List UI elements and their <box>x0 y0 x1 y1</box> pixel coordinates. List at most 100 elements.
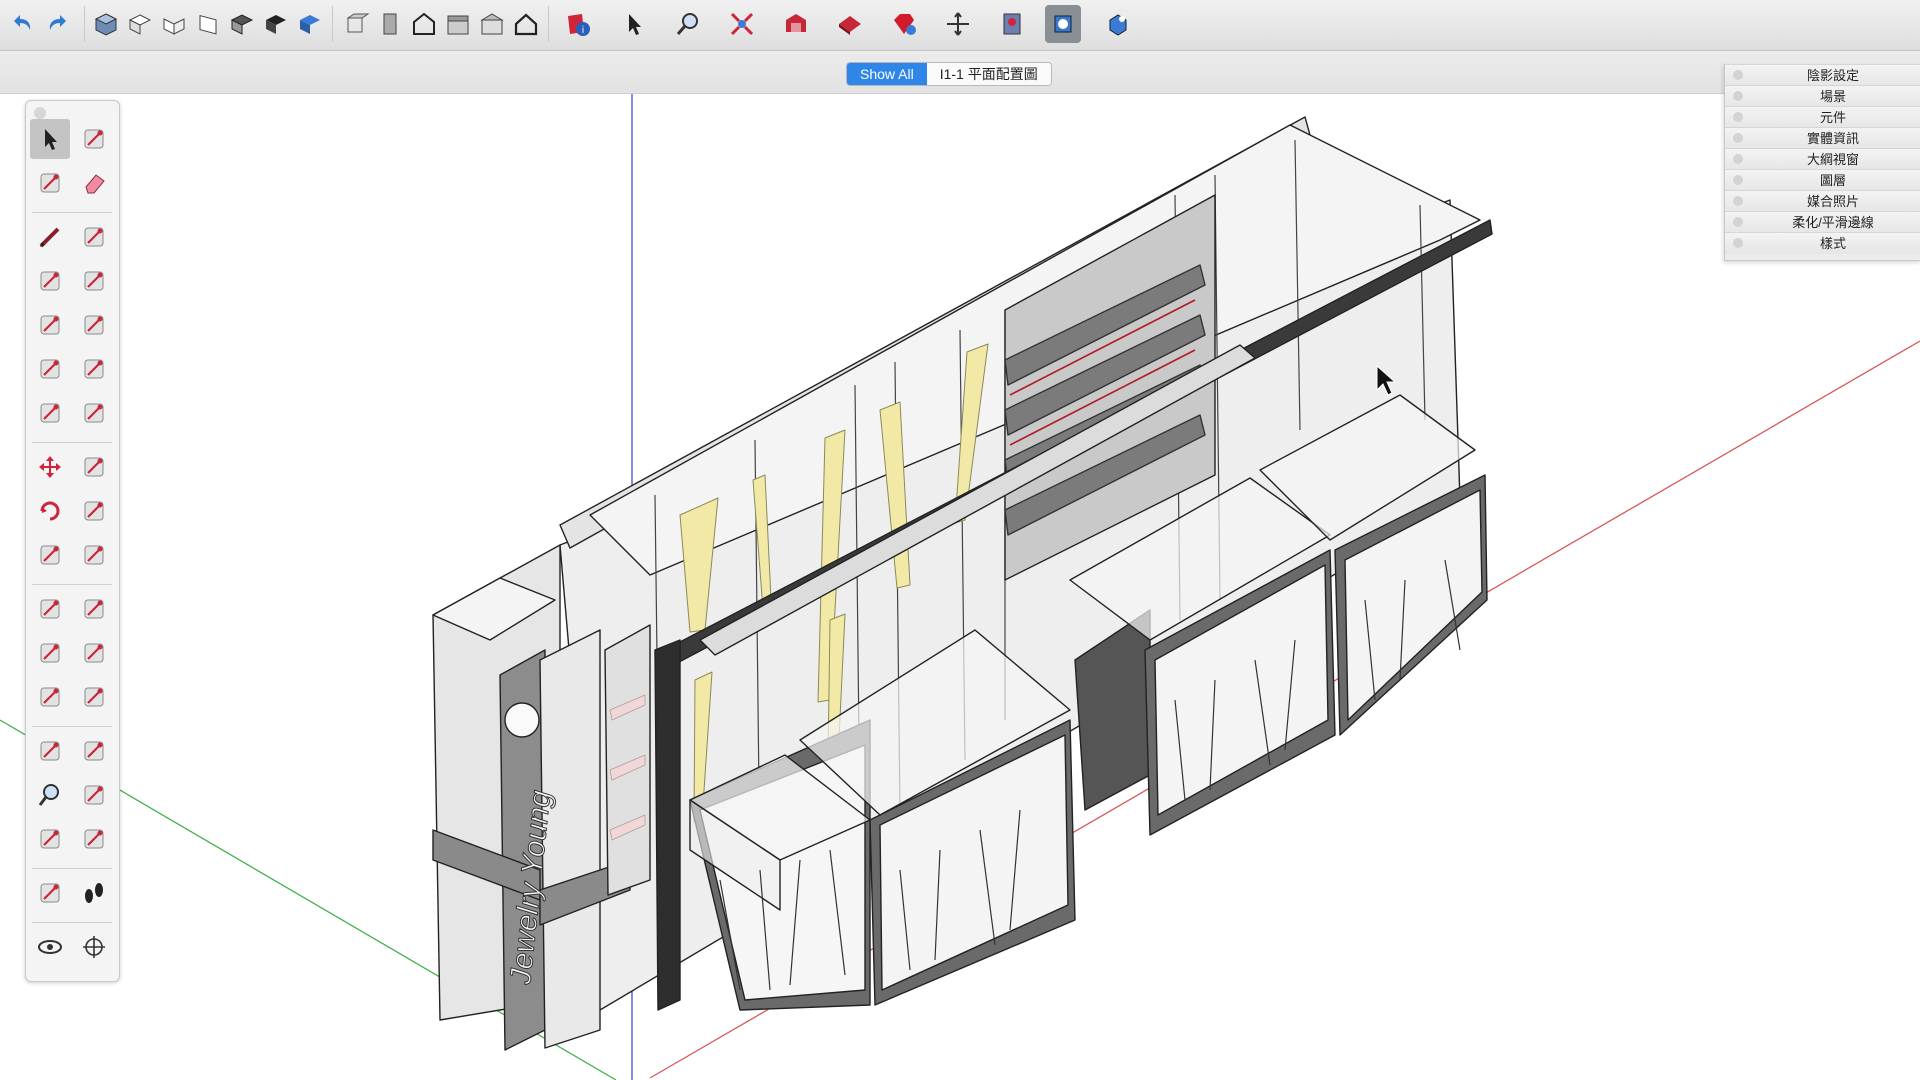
pan-button[interactable] <box>74 731 114 771</box>
tray-item-toggle[interactable] <box>1733 133 1743 143</box>
tab-scene-1[interactable]: I1-1 平面配置圖 <box>926 63 1051 85</box>
rotated-rectangle-icon <box>84 271 104 291</box>
left-view-button[interactable] <box>258 5 294 43</box>
rotate-button[interactable] <box>30 491 70 531</box>
tray-item-toggle[interactable] <box>1733 217 1743 227</box>
tray-item-styles[interactable]: 樣式 <box>1725 232 1920 254</box>
jewelry-store-model[interactable]: Jewelry Young <box>432 116 1493 1051</box>
xray-style-button[interactable] <box>338 5 374 43</box>
warehouse-button[interactable] <box>778 5 814 43</box>
walk-button[interactable] <box>74 873 114 913</box>
select-tool-icon <box>45 129 57 150</box>
palette-separator <box>32 212 112 213</box>
tray-item-outliner[interactable]: 大綱視窗 <box>1725 148 1920 170</box>
zoom-button[interactable] <box>30 775 70 815</box>
zoom-extents-button[interactable] <box>30 819 70 859</box>
walk-icon <box>85 883 103 903</box>
model-info-button[interactable]: i <box>560 5 596 43</box>
polygon-button[interactable] <box>74 305 114 345</box>
push-pull-button[interactable] <box>74 447 114 487</box>
back-view-button[interactable] <box>224 5 260 43</box>
three-point-arc-button[interactable] <box>74 393 114 433</box>
component-icon <box>1003 13 1021 35</box>
sign-circle <box>504 702 540 738</box>
scale-button[interactable] <box>30 535 70 575</box>
tray-item-toggle[interactable] <box>1733 112 1743 122</box>
tray-item-scenes[interactable]: 場景 <box>1725 85 1920 107</box>
tray-item-components[interactable]: 元件 <box>1725 106 1920 128</box>
tray-item-toggle[interactable] <box>1733 175 1743 185</box>
tray-item-shadows[interactable]: 陰影設定 <box>1725 64 1920 86</box>
model-info-icon: i <box>568 14 590 36</box>
zoom-button[interactable] <box>670 5 706 43</box>
move-button[interactable] <box>30 447 70 487</box>
front-view-button[interactable] <box>156 5 192 43</box>
dark-pillar <box>654 639 681 1011</box>
iso-view-button[interactable] <box>88 5 124 43</box>
previous-view-button[interactable] <box>74 819 114 859</box>
look-around-button[interactable] <box>30 927 70 967</box>
extension-warehouse-button[interactable] <box>832 5 868 43</box>
tray-item-soften-edges[interactable]: 柔化/平滑邊線 <box>1725 211 1920 233</box>
undo-button[interactable] <box>4 5 40 43</box>
wireframe-style-button[interactable] <box>372 5 408 43</box>
model-viewport[interactable]: Jewelry Young <box>0 0 1920 1080</box>
select-tool-button[interactable] <box>30 119 70 159</box>
pencil-icon <box>39 227 60 248</box>
zoom-extents-button[interactable] <box>724 5 760 43</box>
text-button[interactable] <box>74 633 114 673</box>
orbit-button[interactable] <box>940 5 976 43</box>
bottom-view-button[interactable] <box>292 5 328 43</box>
select-button[interactable] <box>616 5 652 43</box>
two-point-arc-button[interactable] <box>30 393 70 433</box>
shaded-style-button[interactable] <box>440 5 476 43</box>
section-active-button[interactable] <box>1045 5 1081 43</box>
zoom-window-icon <box>84 785 104 805</box>
component-button[interactable] <box>994 5 1030 43</box>
freehand-button[interactable] <box>74 217 114 257</box>
tape-measure-button[interactable] <box>30 589 70 629</box>
follow-me-button[interactable] <box>74 491 114 531</box>
monochrome-style-button[interactable] <box>508 5 544 43</box>
dimension-button[interactable] <box>74 589 114 629</box>
circle-button[interactable] <box>30 305 70 345</box>
tray-item-toggle[interactable] <box>1733 91 1743 101</box>
rotated-rectangle-button[interactable] <box>74 261 114 301</box>
shaded-texture-style-button[interactable] <box>474 5 510 43</box>
rectangle-button[interactable] <box>30 261 70 301</box>
arc-button[interactable] <box>30 349 70 389</box>
hidden-line-style-button[interactable] <box>406 5 442 43</box>
offset-button[interactable] <box>74 535 114 575</box>
pie-button[interactable] <box>74 349 114 389</box>
right-view-icon <box>199 14 217 35</box>
pencil-button[interactable] <box>30 217 70 257</box>
redo-button[interactable] <box>40 5 76 43</box>
tray-item-layers[interactable]: 圖層 <box>1725 169 1920 191</box>
zoom-window-button[interactable] <box>74 775 114 815</box>
protractor-button[interactable] <box>30 633 70 673</box>
tray-item-toggle[interactable] <box>1733 196 1743 206</box>
right-view-button[interactable] <box>190 5 226 43</box>
redo-icon <box>49 15 66 30</box>
position-camera-button[interactable] <box>30 873 70 913</box>
tray-item-match-photo[interactable]: 媒合照片 <box>1725 190 1920 212</box>
iso-view-icon <box>94 13 118 36</box>
top-view-button[interactable] <box>122 5 158 43</box>
section-plane-button[interactable] <box>74 927 114 967</box>
tray-item-entity-info[interactable]: 實體資訊 <box>1725 127 1920 149</box>
component-tool-button[interactable] <box>74 119 114 159</box>
eraser-button[interactable] <box>74 163 114 203</box>
3d-text-button[interactable] <box>74 677 114 717</box>
tray-item-toggle[interactable] <box>1733 70 1743 80</box>
zoom-icon <box>676 13 698 35</box>
paint-bucket-button[interactable] <box>30 163 70 203</box>
tab-show-all[interactable]: Show All <box>847 63 927 85</box>
axes-button[interactable] <box>30 677 70 717</box>
section-plane-button[interactable] <box>1100 5 1136 43</box>
scene-tabs: Show All I1-1 平面配置圖 <box>846 62 1052 86</box>
tray-item-toggle[interactable] <box>1733 238 1743 248</box>
orbit-button[interactable] <box>30 731 70 771</box>
palette-close-button[interactable] <box>34 107 46 119</box>
ruby-console-button[interactable] <box>886 5 922 43</box>
tray-item-toggle[interactable] <box>1733 154 1743 164</box>
